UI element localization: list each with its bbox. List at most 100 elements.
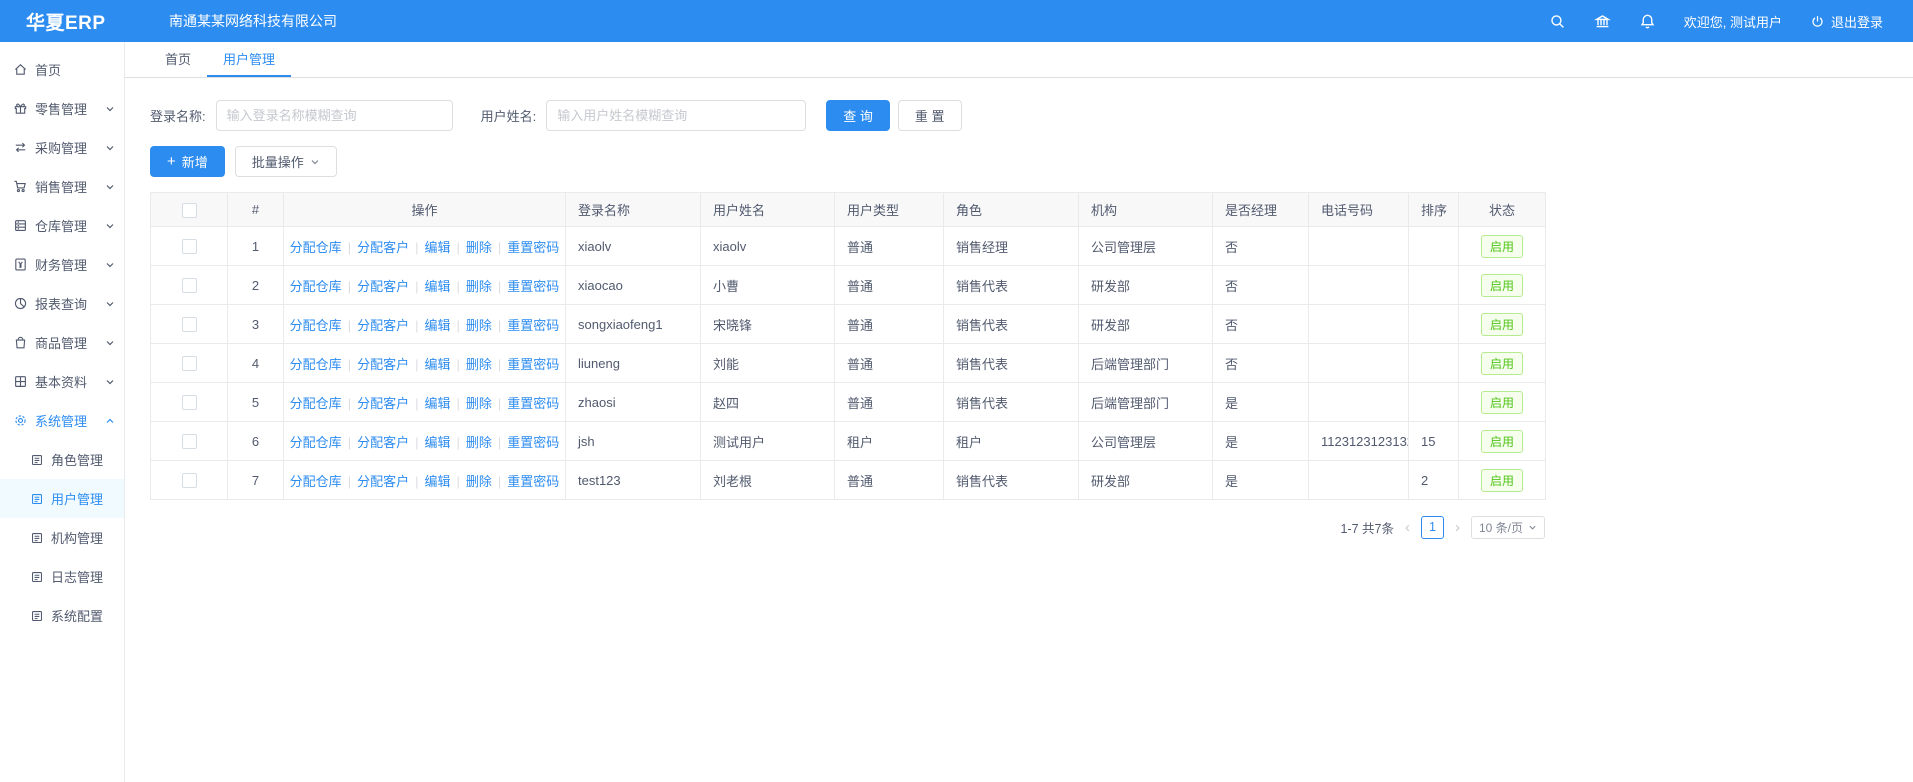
assign-customer-link[interactable]: 分配客户 [357,240,409,255]
prev-page-button[interactable]: ‹ [1403,519,1412,536]
edit-link[interactable]: 编辑 [424,240,450,255]
reset-password-link[interactable]: 重置密码 [507,474,559,489]
login-name-input[interactable] [216,100,453,131]
reset-password-link[interactable]: 重置密码 [507,435,559,450]
sidebar-item-sales[interactable]: 销售管理 [0,167,124,206]
page-number-button[interactable]: 1 [1421,516,1444,539]
delete-link[interactable]: 删除 [466,396,492,411]
bell-icon[interactable] [1639,13,1656,30]
logout-button[interactable]: 退出登录 [1810,12,1883,31]
document-icon [30,453,44,467]
reset-password-link[interactable]: 重置密码 [507,240,559,255]
row-index: 5 [228,383,284,422]
assign-warehouse-link[interactable]: 分配仓库 [290,357,342,372]
tab-user-management[interactable]: 用户管理 [207,42,291,77]
toolbar: + 新增 批量操作 [150,146,1913,177]
bank-icon[interactable] [1594,13,1611,30]
row-checkbox[interactable] [182,278,197,293]
topbar-actions: 欢迎您, 测试用户 退出登录 [1549,12,1913,31]
assign-customer-link[interactable]: 分配客户 [357,435,409,450]
sidebar-item-home[interactable]: 首页 [0,50,124,89]
sidebar-item-org[interactable]: 机构管理 [0,518,124,557]
reset-password-link[interactable]: 重置密码 [507,279,559,294]
page-size-select[interactable]: 10 条/页 [1471,516,1545,539]
assign-warehouse-link[interactable]: 分配仓库 [290,396,342,411]
sidebar-item-label: 仓库管理 [35,216,87,235]
column-header: # [228,193,284,227]
org-cell: 研发部 [1079,305,1213,344]
assign-customer-link[interactable]: 分配客户 [357,357,409,372]
reset-button[interactable]: 重 置 [898,100,962,131]
reset-password-link[interactable]: 重置密码 [507,396,559,411]
chevron-down-icon [1528,523,1537,532]
assign-customer-link[interactable]: 分配客户 [357,396,409,411]
row-checkbox[interactable] [182,317,197,332]
add-button[interactable]: + 新增 [150,146,225,177]
assign-warehouse-link[interactable]: 分配仓库 [290,318,342,333]
next-page-button[interactable]: › [1453,519,1462,536]
edit-link[interactable]: 编辑 [424,474,450,489]
batch-operation-button[interactable]: 批量操作 [235,146,337,177]
reset-password-link[interactable]: 重置密码 [507,318,559,333]
role-cell: 销售经理 [944,227,1079,266]
edit-link[interactable]: 编辑 [424,318,450,333]
assign-customer-link[interactable]: 分配客户 [357,318,409,333]
assign-customer-link[interactable]: 分配客户 [357,474,409,489]
delete-link[interactable]: 删除 [466,474,492,489]
action-divider: | [457,240,460,255]
row-checkbox[interactable] [182,239,197,254]
content: 登录名称: 用户姓名: 查 询 重 置 + 新增 批量操作 [125,78,1913,539]
user-name-cell: 赵四 [701,383,835,422]
app-logo[interactable]: 华夏ERP [0,8,125,35]
chevron-down-icon [105,104,115,114]
assign-warehouse-link[interactable]: 分配仓库 [290,435,342,450]
row-checkbox[interactable] [182,473,197,488]
assign-warehouse-link[interactable]: 分配仓库 [290,279,342,294]
assign-customer-link[interactable]: 分配客户 [357,279,409,294]
delete-link[interactable]: 删除 [466,279,492,294]
sidebar-item-goods[interactable]: 商品管理 [0,323,124,362]
delete-link[interactable]: 删除 [466,435,492,450]
row-checkbox[interactable] [182,434,197,449]
sort-cell [1409,227,1459,266]
delete-link[interactable]: 删除 [466,357,492,372]
row-checkbox[interactable] [182,356,197,371]
action-divider: | [415,396,418,411]
sort-cell: 2 [1409,461,1459,500]
sidebar-item-purchase[interactable]: 采购管理 [0,128,124,167]
assign-warehouse-link[interactable]: 分配仓库 [290,240,342,255]
sidebar-item-system[interactable]: 系统管理 [0,401,124,440]
sidebar-item-retail[interactable]: 零售管理 [0,89,124,128]
user-name-input[interactable] [546,100,806,131]
row-actions: 分配仓库|分配客户|编辑|删除|重置密码 [284,461,566,500]
sidebar-item-basic[interactable]: 基本资料 [0,362,124,401]
edit-link[interactable]: 编辑 [424,435,450,450]
home-icon [13,62,28,77]
sidebar-item-config[interactable]: 系统配置 [0,596,124,635]
row-actions: 分配仓库|分配客户|编辑|删除|重置密码 [284,305,566,344]
tab-home[interactable]: 首页 [149,42,207,77]
sidebar-item-report[interactable]: 报表查询 [0,284,124,323]
sidebar-item-warehouse[interactable]: 仓库管理 [0,206,124,245]
action-divider: | [457,318,460,333]
edit-link[interactable]: 编辑 [424,396,450,411]
select-all-checkbox[interactable] [182,203,197,218]
assign-warehouse-link[interactable]: 分配仓库 [290,474,342,489]
delete-link[interactable]: 删除 [466,318,492,333]
sidebar-item-label: 机构管理 [51,528,103,547]
sidebar-item-finance[interactable]: 财务管理 [0,245,124,284]
search-icon[interactable] [1549,13,1566,30]
edit-link[interactable]: 编辑 [424,357,450,372]
sidebar-item-user[interactable]: 用户管理 [0,479,124,518]
sidebar-item-log[interactable]: 日志管理 [0,557,124,596]
plus-icon: + [167,154,176,169]
action-divider: | [415,318,418,333]
reset-password-link[interactable]: 重置密码 [507,357,559,372]
header-checkbox-cell [151,193,228,227]
sidebar-item-role[interactable]: 角色管理 [0,440,124,479]
delete-link[interactable]: 删除 [466,240,492,255]
user-type-cell: 普通 [835,461,944,500]
edit-link[interactable]: 编辑 [424,279,450,294]
row-checkbox[interactable] [182,395,197,410]
query-button[interactable]: 查 询 [826,100,890,131]
